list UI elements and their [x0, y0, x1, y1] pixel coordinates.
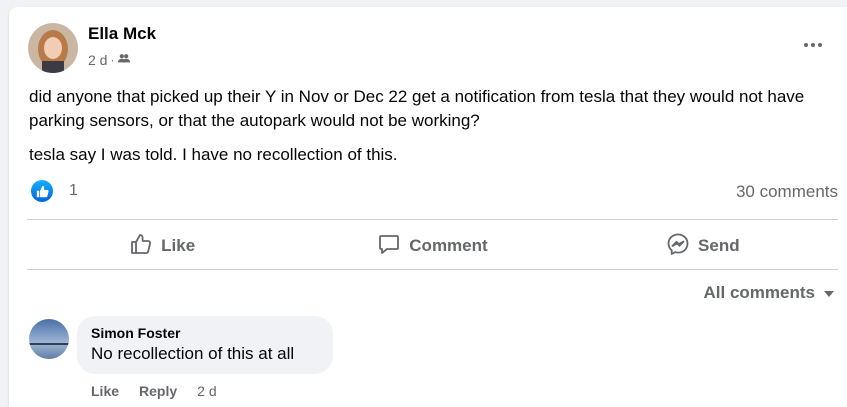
comment-bubble: Simon Foster No recollection of this at …: [77, 316, 333, 374]
post-time[interactable]: 2 d: [88, 52, 107, 68]
meta-separator: ·: [110, 52, 115, 67]
comment-actions: Like Reply 2 d: [91, 383, 217, 399]
comment-author[interactable]: Simon Foster: [91, 325, 319, 341]
post-actions: Like Comment Send: [27, 225, 838, 267]
comment-reply-button[interactable]: Reply: [139, 383, 177, 399]
comment-icon: [377, 232, 401, 261]
like-button[interactable]: Like: [27, 225, 297, 267]
post-body: did anyone that picked up their Y in Nov…: [29, 85, 829, 177]
comment-like-button[interactable]: Like: [91, 383, 119, 399]
post-author[interactable]: Ella Mck: [88, 24, 156, 44]
author-avatar[interactable]: [28, 23, 78, 73]
comments-count[interactable]: 30 comments: [736, 182, 838, 202]
divider: [27, 219, 838, 220]
like-reaction-icon: [31, 180, 53, 202]
reactions-summary[interactable]: 1: [31, 180, 78, 202]
more-options-button[interactable]: [799, 35, 827, 55]
send-button[interactable]: Send: [568, 225, 838, 267]
caret-down-icon: [823, 283, 835, 303]
like-label: Like: [161, 236, 196, 255]
post-card: Ella Mck 2 d · did anyone that picked up…: [9, 7, 847, 407]
dot: [804, 43, 808, 47]
reaction-count[interactable]: 1: [69, 182, 78, 200]
post-meta: 2 d ·: [88, 51, 131, 68]
post-text-line: tesla say I was told. I have no recollec…: [29, 145, 398, 164]
messenger-icon: [666, 232, 690, 261]
dot: [811, 43, 815, 47]
dot: [818, 43, 822, 47]
post-text-line: did anyone that picked up their Y in Nov…: [29, 87, 805, 130]
friends-icon: [117, 51, 131, 68]
comment-text: No recollection of this at all: [91, 344, 295, 363]
comment-label: Comment: [409, 236, 488, 255]
comment-time[interactable]: 2 d: [197, 383, 216, 399]
commenter-avatar[interactable]: [29, 319, 69, 359]
divider: [27, 269, 838, 270]
send-label: Send: [698, 236, 740, 255]
comment-button[interactable]: Comment: [297, 225, 567, 267]
comments-filter-dropdown[interactable]: All comments: [704, 283, 835, 303]
thumbs-up-icon: [129, 232, 153, 261]
comments-filter-label: All comments: [703, 283, 815, 302]
